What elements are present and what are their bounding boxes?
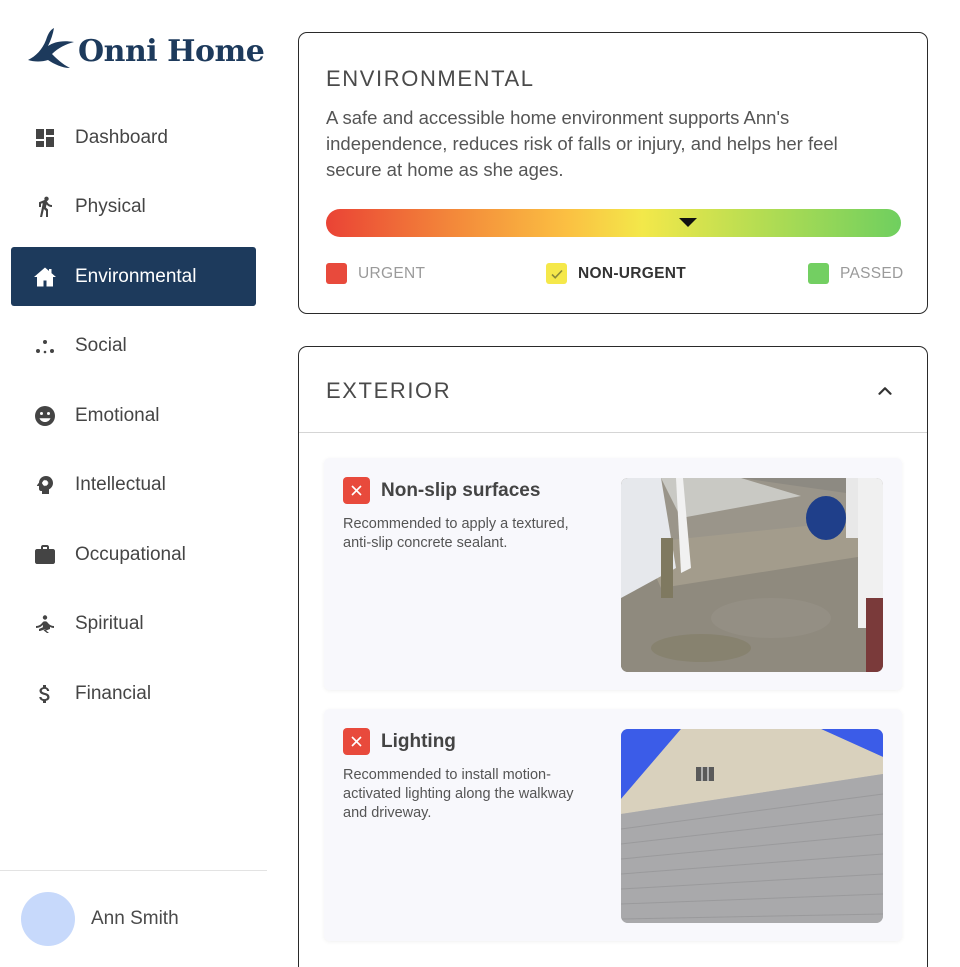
sidebar-item-dashboard[interactable]: Dashboard [11, 108, 256, 167]
avatar[interactable] [21, 892, 75, 946]
sidebar-item-financial[interactable]: Financial [11, 664, 256, 723]
item-description: Recommended to install motion-activated … [343, 767, 574, 821]
x-icon [343, 477, 370, 504]
urgency-scale-bar [326, 209, 901, 237]
legend-label: NON-URGENT [578, 264, 687, 282]
sidebar-item-spiritual[interactable]: Spiritual [11, 595, 256, 654]
brain-icon [33, 473, 57, 497]
meditation-icon [33, 612, 57, 636]
logo-text: Onni Home [78, 34, 265, 69]
legend-label: URGENT [358, 264, 426, 282]
sidebar-item-label: Intellectual [75, 474, 166, 495]
urgency-marker-icon [679, 218, 698, 227]
sidebar-item-label: Environmental [75, 265, 197, 287]
section-title: EXTERIOR [326, 378, 452, 403]
dollar-icon [33, 682, 57, 706]
item-title: Lighting [381, 731, 456, 752]
list-item[interactable]: Non-slip surfaces Recommended to apply a… [324, 458, 902, 690]
passed-swatch [808, 263, 829, 284]
item-photo[interactable] [621, 729, 883, 923]
sidebar-item-label: Financial [75, 682, 152, 704]
urgent-swatch [326, 263, 347, 284]
user-name: Ann Smith [91, 908, 179, 929]
sidebar-item-emotional[interactable]: Emotional [11, 386, 256, 445]
sidebar-item-social[interactable]: Social [11, 317, 256, 376]
bird-logo-icon [26, 26, 76, 77]
legend-non-urgent: NON-URGENT [546, 263, 686, 284]
smiley-icon [33, 404, 57, 428]
section-description: A safe and accessible home environment s… [326, 107, 838, 180]
home-icon [33, 265, 57, 289]
walking-icon [33, 195, 57, 219]
user-profile[interactable]: Ann Smith [0, 870, 267, 967]
sidebar: Onni Home Dashboard Physical Environment… [0, 0, 267, 967]
item-description: Recommended to apply a textured, anti-sl… [343, 516, 569, 551]
sidebar-item-label: Emotional [75, 404, 160, 426]
legend-urgent: URGENT [326, 263, 425, 284]
dashboard-icon [33, 126, 57, 150]
x-icon [343, 728, 370, 755]
sidebar-item-intellectual[interactable]: Intellectual [11, 456, 256, 515]
exterior-card: EXTERIOR Non-slip surfaces Recommended t… [298, 346, 928, 967]
sidebar-item-label: Spiritual [75, 613, 144, 634]
item-title: Non-slip surfaces [381, 480, 541, 501]
sidebar-nav: Dashboard Physical Environmental Social … [11, 108, 256, 734]
sidebar-item-label: Social [75, 335, 127, 356]
section-title: ENVIRONMENTAL [326, 66, 535, 91]
sidebar-item-physical[interactable]: Physical [11, 178, 256, 237]
item-photo[interactable] [621, 478, 883, 672]
legend-label: PASSED [840, 264, 904, 282]
sidebar-item-label: Physical [75, 196, 146, 217]
social-dots-icon [33, 334, 57, 358]
sidebar-item-occupational[interactable]: Occupational [11, 525, 256, 584]
sidebar-item-environmental[interactable]: Environmental [11, 247, 256, 306]
briefcase-icon [33, 543, 57, 567]
exterior-header[interactable]: EXTERIOR [299, 347, 927, 433]
legend-passed: PASSED [808, 263, 904, 284]
list-item[interactable]: Lighting Recommended to install motion-a… [324, 709, 902, 941]
chevron-up-icon[interactable] [874, 380, 896, 402]
logo[interactable]: Onni Home [26, 26, 265, 77]
sidebar-item-label: Dashboard [75, 126, 168, 148]
checkmark-icon [546, 263, 567, 284]
sidebar-item-label: Occupational [75, 543, 186, 565]
environmental-summary-card: ENVIRONMENTAL A safe and accessible home… [298, 32, 928, 314]
